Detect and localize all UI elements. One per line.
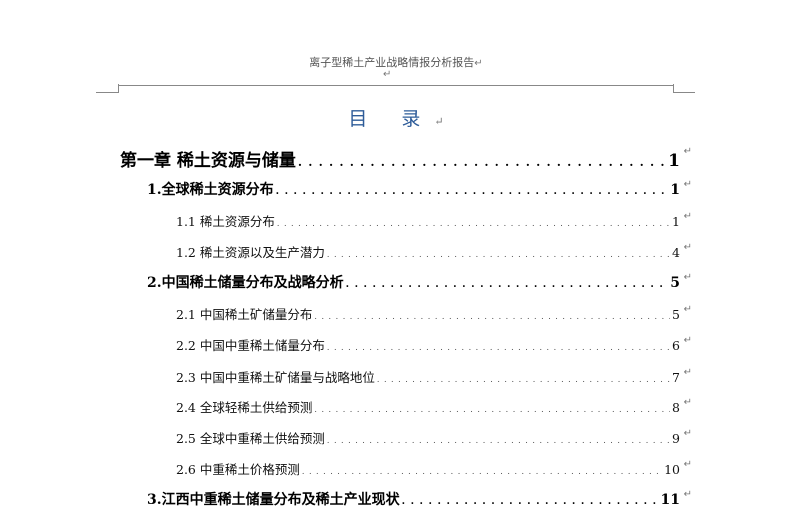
toc-entry[interactable]: 2.4 全球轻稀土供给预测 8↵ (176, 397, 692, 416)
toc-entry[interactable]: 2.2 中国中重稀土储量分布 6↵ (176, 335, 692, 354)
header-rule-line (118, 85, 673, 86)
toc-page-number: 7 (672, 370, 680, 385)
toc-page-number: 4 (672, 245, 680, 260)
toc-entry[interactable]: 1.1 稀土资源分布 1↵ (176, 211, 692, 230)
paragraph-mark-icon: ↵ (383, 69, 392, 80)
toc-page-number: 5 (672, 307, 680, 322)
toc-leader-dots (314, 405, 670, 414)
toc-leader-dots (277, 219, 670, 228)
toc-entry-title: 1.2 稀土资源以及生产潜力 (176, 245, 325, 260)
toc-entry-title: 2.中国稀土储量分布及战略分析 (147, 275, 344, 291)
toc-leader-dots (302, 467, 662, 476)
toc-entry[interactable]: 1.2 稀土资源以及生产潜力 4↵ (176, 242, 692, 261)
toc-entry[interactable]: 2.5 全球中重稀土供给预测 9↵ (176, 428, 692, 447)
toc-page-number: 5 (670, 275, 680, 291)
toc-entry[interactable]: 第一章 稀土资源与储量 1↵ (120, 146, 692, 171)
toc-entry-title: 第一章 稀土资源与储量 (120, 151, 296, 171)
paragraph-mark-icon: ↵ (683, 304, 692, 315)
paragraph-mark-icon: ↵ (683, 367, 692, 378)
toc-leader-dots (327, 436, 670, 445)
toc-entry[interactable]: 1.全球稀土资源分布 1↵ (147, 179, 692, 199)
toc-page-number: 1 (670, 182, 680, 198)
toc-entry-title: 2.5 全球中重稀土供给预测 (176, 431, 325, 446)
paragraph-mark-icon: ↵ (683, 211, 692, 222)
paragraph-mark-icon: ↵ (434, 115, 444, 128)
paragraph-mark-icon: ↵ (683, 397, 692, 408)
paragraph-mark-icon: ↵ (683, 489, 692, 500)
toc-page-number: 6 (672, 338, 680, 353)
toc-entry[interactable]: 2.中国稀土储量分布及战略分析 5↵ (147, 272, 692, 292)
toc-leader-dots (402, 496, 659, 507)
toc-leader-dots (377, 375, 670, 384)
toc-page-number: 1 (672, 214, 680, 229)
paragraph-mark-icon: ↵ (683, 272, 692, 283)
toc-entry-title: 1.全球稀土资源分布 (147, 182, 274, 198)
toc-entry-title: 2.4 全球轻稀土供给预测 (176, 400, 313, 415)
toc-entry[interactable]: 2.6 中重稀土价格预测 10↵ (176, 459, 692, 478)
toc-entry[interactable]: 2.1 中国稀土矿储量分布 5↵ (176, 304, 692, 323)
paragraph-mark-icon: ↵ (683, 335, 692, 346)
toc-entry-title: 1.1 稀土资源分布 (176, 214, 275, 229)
toc-title-text: 目 录 (348, 108, 435, 130)
toc-title: 目 录↵ (0, 104, 792, 131)
toc-leader-dots (327, 343, 670, 352)
toc-page-number: 9 (672, 431, 680, 446)
toc-leader-dots (314, 312, 670, 321)
toc-entry[interactable]: 3.江西中重稀土储量分布及稀土产业现状 11↵ (147, 489, 692, 509)
toc-page-number: 1 (668, 151, 680, 171)
toc-leader-dots (276, 186, 669, 197)
toc-entry-title: 2.3 中国中重稀土矿储量与战略地位 (176, 370, 375, 385)
toc-entry-title: 2.6 中重稀土价格预测 (176, 462, 300, 477)
toc-page-number: 10 (664, 462, 680, 477)
paragraph-mark-icon: ↵ (683, 459, 692, 470)
paragraph-mark-icon: ↵ (683, 428, 692, 439)
toc-page-number: 11 (660, 492, 680, 508)
toc-leader-dots (327, 250, 670, 259)
margin-corner-right-h (673, 92, 695, 93)
toc-leader-dots (298, 155, 666, 169)
toc-entry-title: 2.2 中国中重稀土储量分布 (176, 338, 325, 353)
paragraph-mark-icon: ↵ (683, 242, 692, 253)
toc-entry[interactable]: 2.3 中国中重稀土矿储量与战略地位 7↵ (176, 367, 692, 386)
paragraph-mark-icon: ↵ (683, 179, 692, 190)
margin-corner-left-h (96, 92, 118, 93)
toc-page-number: 8 (672, 400, 680, 415)
toc-entry-title: 3.江西中重稀土储量分布及稀土产业现状 (147, 492, 400, 508)
toc-entry-title: 2.1 中国稀土矿储量分布 (176, 307, 313, 322)
paragraph-mark-icon: ↵ (683, 146, 692, 157)
toc-leader-dots (346, 279, 669, 290)
